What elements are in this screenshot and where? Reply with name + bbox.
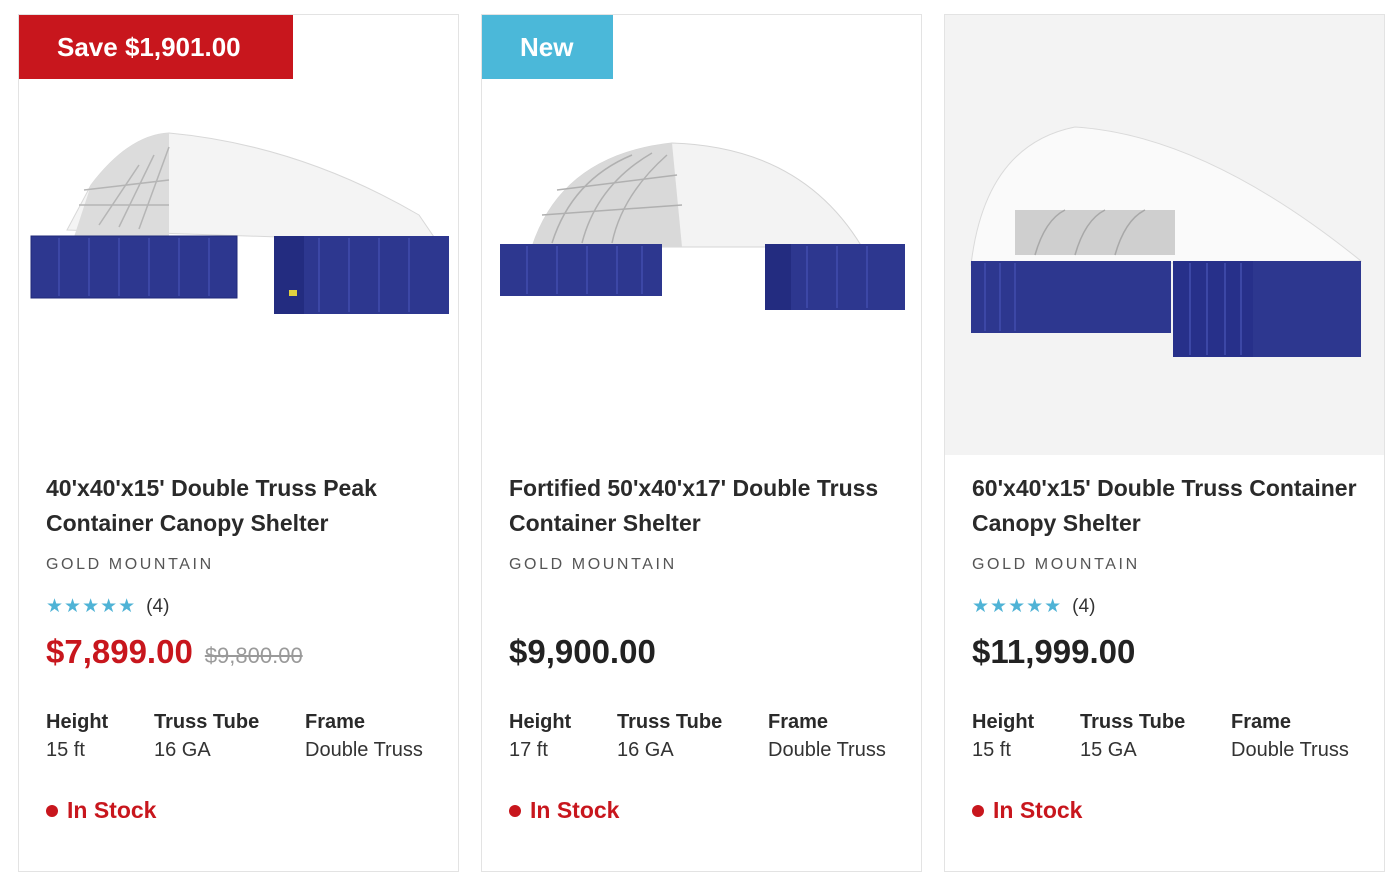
stock-status: In Stock xyxy=(972,797,1082,824)
spec-label: Height xyxy=(972,711,1035,733)
spec-frame: Frame Double Truss xyxy=(768,709,886,765)
spec-label: Frame xyxy=(1231,711,1292,733)
spec-value: Double Truss xyxy=(305,739,423,761)
product-card[interactable]: 60'x40'x15' Double Truss Container Canop… xyxy=(944,14,1385,872)
spec-label: Truss Tube xyxy=(154,711,260,733)
product-title[interactable]: 40'x40'x15' Double Truss Peak Container … xyxy=(46,471,436,541)
review-count: (4) xyxy=(1072,595,1096,617)
stock-label: In Stock xyxy=(993,797,1083,823)
product-image[interactable] xyxy=(945,15,1384,455)
spec-value: 16 GA xyxy=(154,739,211,761)
price-row: $7,899.00 $9,800.00 xyxy=(46,633,303,671)
product-rating[interactable]: ★★★★★ (4) xyxy=(46,595,169,618)
product-price: $11,999.00 xyxy=(972,633,1136,670)
new-badge: New xyxy=(482,15,613,79)
spec-truss-tube: Truss Tube 16 GA xyxy=(154,709,259,765)
canopy-shelter-image xyxy=(30,132,449,314)
spec-value: 15 ft xyxy=(46,739,85,761)
canopy-shelter-image xyxy=(970,126,1363,357)
spec-value: Double Truss xyxy=(1231,739,1349,761)
product-title[interactable]: Fortified 50'x40'x17' Double Truss Conta… xyxy=(509,471,899,541)
product-image[interactable] xyxy=(482,15,921,455)
stock-label: In Stock xyxy=(530,797,620,823)
product-card[interactable]: New Fortified 50'x40'x17' Double Truss C… xyxy=(481,14,922,872)
product-image[interactable] xyxy=(19,15,458,455)
spec-label: Truss Tube xyxy=(617,711,723,733)
spec-frame: Frame Double Truss xyxy=(305,709,423,765)
spec-value: 16 GA xyxy=(617,739,674,761)
spec-height: Height 15 ft xyxy=(972,709,1034,765)
product-brand: GOLD MOUNTAIN xyxy=(509,556,677,573)
price-row: $11,999.00 xyxy=(972,633,1135,671)
stock-dot-icon xyxy=(46,804,58,817)
star-rating-icon: ★★★★★ xyxy=(46,596,137,617)
spec-label: Height xyxy=(46,711,109,733)
sale-price: $7,899.00 xyxy=(46,633,193,670)
spec-frame: Frame Double Truss xyxy=(1231,709,1349,765)
stock-status: In Stock xyxy=(46,797,156,824)
spec-height: Height 17 ft xyxy=(509,709,571,765)
spec-list: Height 17 ft Truss Tube 16 GA Frame Doub… xyxy=(509,709,909,769)
product-rating[interactable]: ★★★★★ (4) xyxy=(972,595,1095,618)
stock-dot-icon xyxy=(509,804,521,817)
compare-price: $9,800.00 xyxy=(204,643,303,668)
review-count: (4) xyxy=(146,595,170,617)
product-price: $9,900.00 xyxy=(509,633,656,670)
spec-label: Frame xyxy=(768,711,829,733)
product-brand: GOLD MOUNTAIN xyxy=(972,556,1140,573)
spec-label: Height xyxy=(509,711,572,733)
price-row: $9,900.00 xyxy=(509,633,656,671)
save-badge: Save $1,901.00 xyxy=(19,15,293,79)
spec-height: Height 15 ft xyxy=(46,709,108,765)
spec-truss-tube: Truss Tube 16 GA xyxy=(617,709,722,765)
star-rating-icon: ★★★★★ xyxy=(972,596,1063,617)
spec-value: Double Truss xyxy=(768,739,886,761)
spec-truss-tube: Truss Tube 15 GA xyxy=(1080,709,1185,765)
stock-label: In Stock xyxy=(67,797,157,823)
spec-value: 15 ft xyxy=(972,739,1011,761)
spec-value: 15 GA xyxy=(1080,739,1137,761)
product-title[interactable]: 60'x40'x15' Double Truss Container Canop… xyxy=(972,471,1362,541)
spec-list: Height 15 ft Truss Tube 16 GA Frame Doub… xyxy=(46,709,446,769)
canopy-shelter-image xyxy=(500,142,905,310)
stock-dot-icon xyxy=(972,804,984,817)
product-brand: GOLD MOUNTAIN xyxy=(46,556,214,573)
spec-label: Frame xyxy=(305,711,366,733)
product-card[interactable]: Save $1,901.00 40'x40'x15' Double Truss … xyxy=(18,14,459,872)
spec-label: Truss Tube xyxy=(1080,711,1186,733)
spec-list: Height 15 ft Truss Tube 15 GA Frame Doub… xyxy=(972,709,1372,769)
spec-value: 17 ft xyxy=(509,739,548,761)
stock-status: In Stock xyxy=(509,797,619,824)
product-grid: Save $1,901.00 40'x40'x15' Double Truss … xyxy=(0,0,1400,884)
